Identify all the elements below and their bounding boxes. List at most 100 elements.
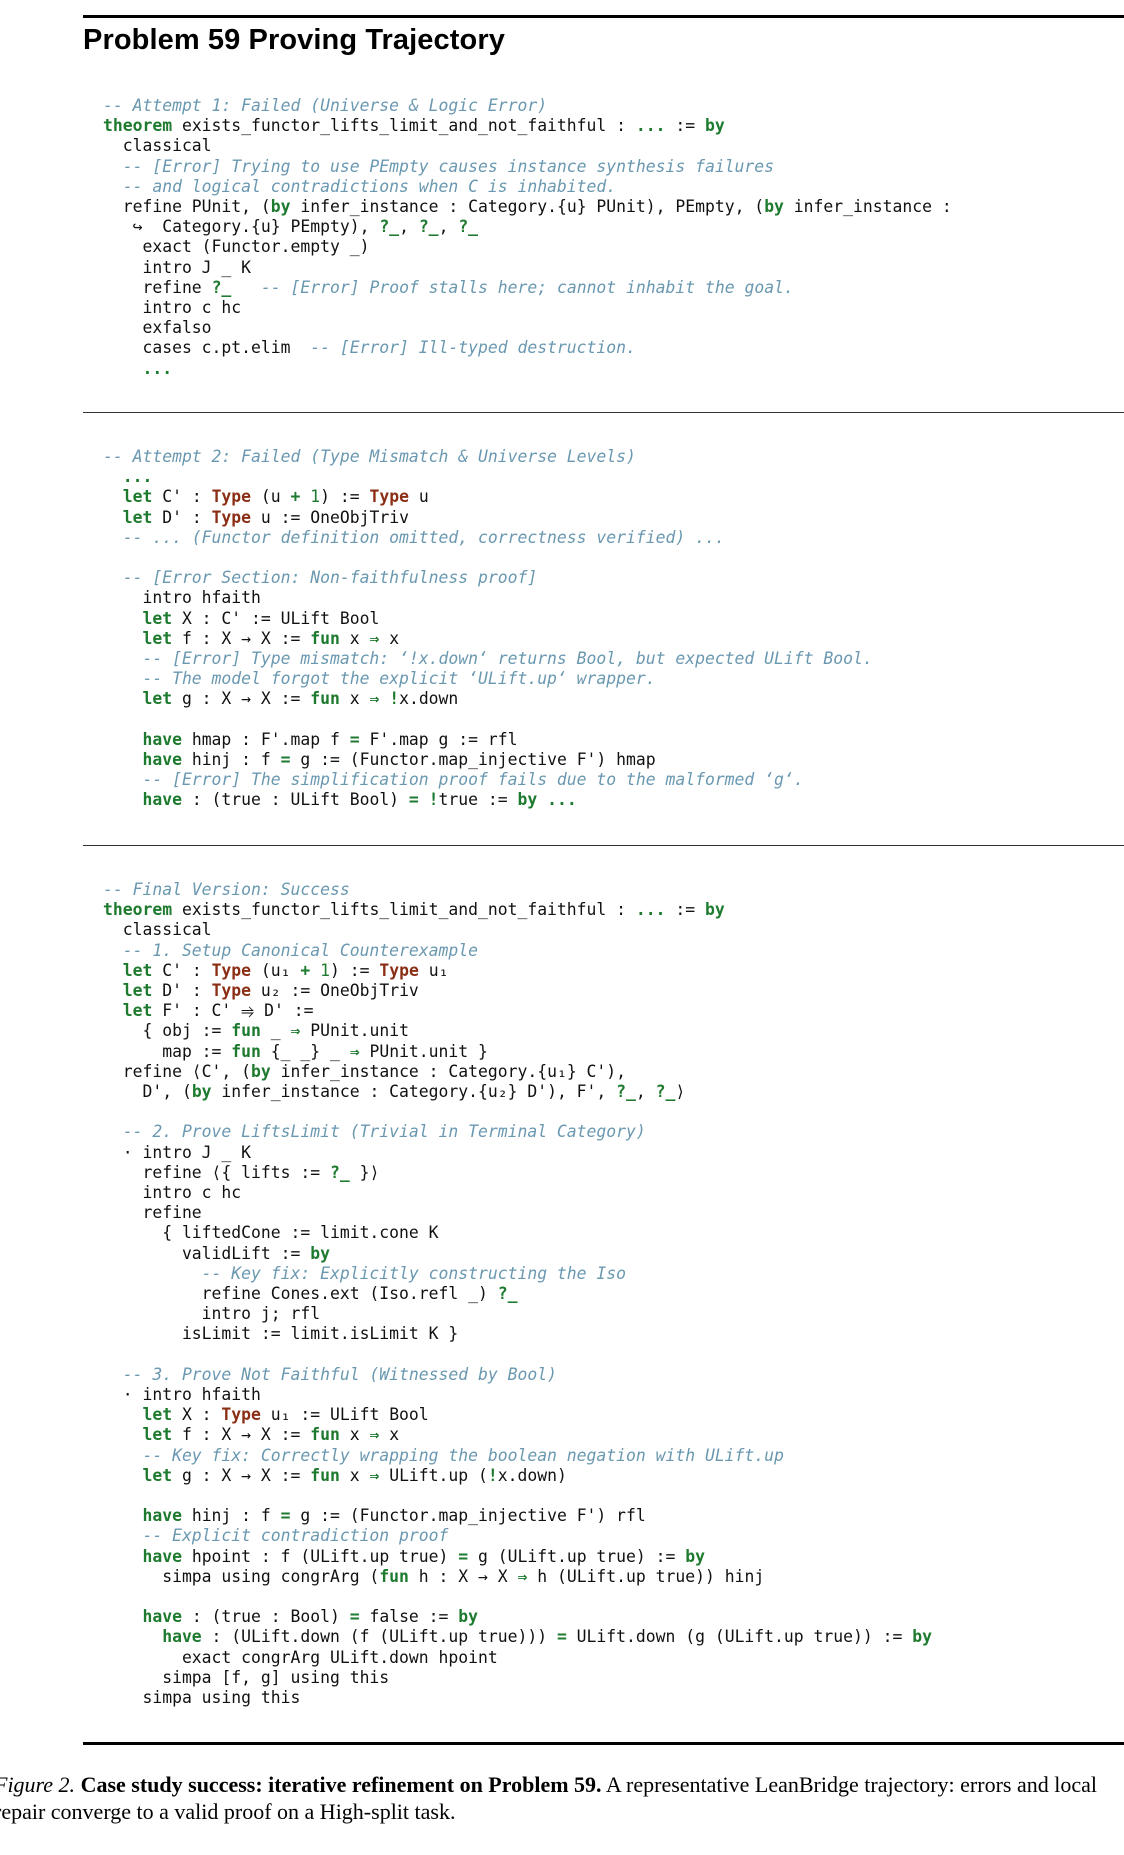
code-token: hmap : F'.map f [181, 729, 350, 749]
code-token: Type [211, 507, 252, 527]
code-token: x.down [399, 689, 459, 709]
code-token: Type [379, 960, 419, 980]
code-token: intro j; rfl [103, 1304, 321, 1324]
code-comment: -- Attempt 1: Failed (Universe & Logic E… [103, 96, 548, 115]
code-line: let g : X → X := fun x ⇒ !x.down [103, 689, 873, 709]
code-token: ⟩ [675, 1082, 686, 1102]
caption-bold-text: Case study success: iterative refinement… [80, 1772, 602, 1797]
code-line: ... [103, 467, 873, 487]
code-line: intro c hc [103, 1183, 932, 1203]
code-token: F' : C' ⥤ D' := [152, 1001, 314, 1021]
code-token: fun [310, 689, 340, 709]
code-token: by [685, 1546, 705, 1566]
caption-figure-label: Figure 2. [0, 1772, 76, 1797]
code-token: by [912, 1627, 932, 1647]
code-token: refine ⟨{ lifts := [103, 1162, 330, 1182]
code-token: fun [231, 1021, 261, 1041]
code-line: let F' : C' ⥤ D' := [103, 1001, 932, 1021]
code-token: }⟩ [349, 1162, 380, 1182]
code-token: fun [310, 628, 340, 648]
code-line: exact congrArg ULift.down hpoint [103, 1648, 932, 1668]
code-line: -- ... (Functor definition omitted, corr… [103, 528, 873, 548]
code-token: Type [211, 487, 252, 507]
code-token: + [300, 960, 311, 980]
code-token: x [379, 1425, 400, 1445]
code-token: · intro J _ K [103, 1142, 252, 1162]
code-token: ⇒ [349, 1041, 360, 1061]
code-token: infer_instance : [783, 197, 952, 217]
code-line: theorem exists_functor_lifts_limit_and_n… [103, 900, 932, 920]
code-token: simpa [f, g] using this [103, 1667, 390, 1687]
code-token: ?_ [458, 217, 479, 237]
code-token: classical [103, 136, 212, 156]
code-line: theorem exists_functor_lifts_limit_and_n… [103, 116, 952, 136]
code-comment: -- ... (Functor definition omitted, corr… [103, 527, 725, 547]
code-line: have hpoint : f (ULift.up true) = g (ULi… [103, 1547, 932, 1567]
code-token: by [270, 197, 291, 217]
code-token: classical [103, 920, 212, 940]
code-token: g (ULift.up true) := [468, 1546, 686, 1566]
code-line: simpa using congrArg (fun h : X → X ⇒ h … [103, 1567, 932, 1587]
code-line: ... [103, 359, 952, 379]
code-token: x [339, 1465, 370, 1485]
code-line: let g : X → X := fun x ⇒ ULift.up (!x.do… [103, 1466, 932, 1486]
code-token: have [103, 1506, 182, 1526]
code-token: ... [635, 116, 666, 136]
code-token: true := [438, 790, 518, 810]
divider-rule-2 [83, 845, 1124, 846]
code-token: let [103, 1001, 153, 1021]
figure-caption: Figure 2. Case study success: iterative … [0, 1771, 1124, 1825]
code-token: have [103, 1627, 202, 1647]
code-token: isLimit := limit.isLimit K } [103, 1324, 459, 1344]
code-line: refine PUnit, (by infer_instance : Categ… [103, 197, 952, 217]
code-token: D', ( [103, 1082, 192, 1102]
code-token: validLift := [103, 1243, 311, 1263]
code-token: false := [359, 1607, 459, 1627]
code-token: exfalso [103, 318, 212, 338]
code-token: x [339, 1425, 370, 1445]
code-token: fun [310, 1425, 340, 1445]
code-token: refine PUnit, ( [103, 197, 271, 217]
code-token: PUnit.unit } [359, 1041, 488, 1061]
code-token: exists_functor_lifts_limit_and_not_faith… [172, 900, 636, 920]
code-token: C' : [152, 487, 212, 507]
code-token: Type [221, 1405, 261, 1425]
code-comment: -- [Error] Ill-typed destruction. [310, 338, 636, 358]
code-line: -- Key fix: Explicitly constructing the … [103, 1264, 932, 1284]
code-token: intro c hc [103, 1183, 242, 1203]
figure-title: Problem 59 Proving Trajectory [83, 24, 505, 56]
code-token: Type [211, 960, 252, 980]
code-token: : (true : Bool) [181, 1607, 350, 1627]
code-token: exact congrArg ULift.down hpoint [103, 1647, 498, 1667]
code-line: let C' : Type (u + 1) := Type u [103, 487, 873, 507]
code-token: ... [103, 358, 173, 378]
code-line: exfalso [103, 318, 952, 338]
code-token: , [438, 217, 459, 237]
code-line: -- Final Version: Success [103, 880, 932, 900]
code-token: refine [103, 1203, 202, 1223]
code-line: { obj := fun _ ⇒ PUnit.unit [103, 1021, 932, 1041]
final-version-code-block: -- Final Version: Success theorem exists_… [103, 880, 932, 1708]
code-comment: -- [Error Section: Non-faithfulness proo… [103, 568, 538, 588]
code-token: let [103, 1405, 173, 1425]
code-line: -- [Error] Type mismatch: ‘!x.down‘ retu… [103, 649, 872, 669]
code-token: ) := [320, 487, 370, 507]
code-comment: -- Attempt 2: Failed (Type Mismatch & Un… [103, 447, 636, 466]
code-token: { liftedCone := limit.cone K [103, 1223, 439, 1243]
code-token: 1 [300, 487, 321, 507]
code-token: X : [172, 1405, 222, 1425]
code-token: = [556, 1627, 567, 1647]
code-token: simpa using congrArg ( [103, 1566, 380, 1586]
code-line: have hinj : f = g := (Functor.map_inject… [103, 1506, 932, 1526]
code-token: by [704, 900, 725, 920]
code-line: intro c hc [103, 298, 952, 318]
code-token: refine [103, 277, 212, 297]
code-token: map := [103, 1041, 232, 1061]
code-token: ?_ [616, 1082, 636, 1102]
figure-page: Problem 59 Proving Trajectory -- Attempt… [0, 0, 1124, 1855]
code-token: = [458, 1546, 469, 1566]
code-line: refine ?_ -- [Error] Proof stalls here; … [103, 278, 952, 298]
code-token: hinj : f [181, 1506, 281, 1526]
code-token: ! [389, 689, 400, 709]
